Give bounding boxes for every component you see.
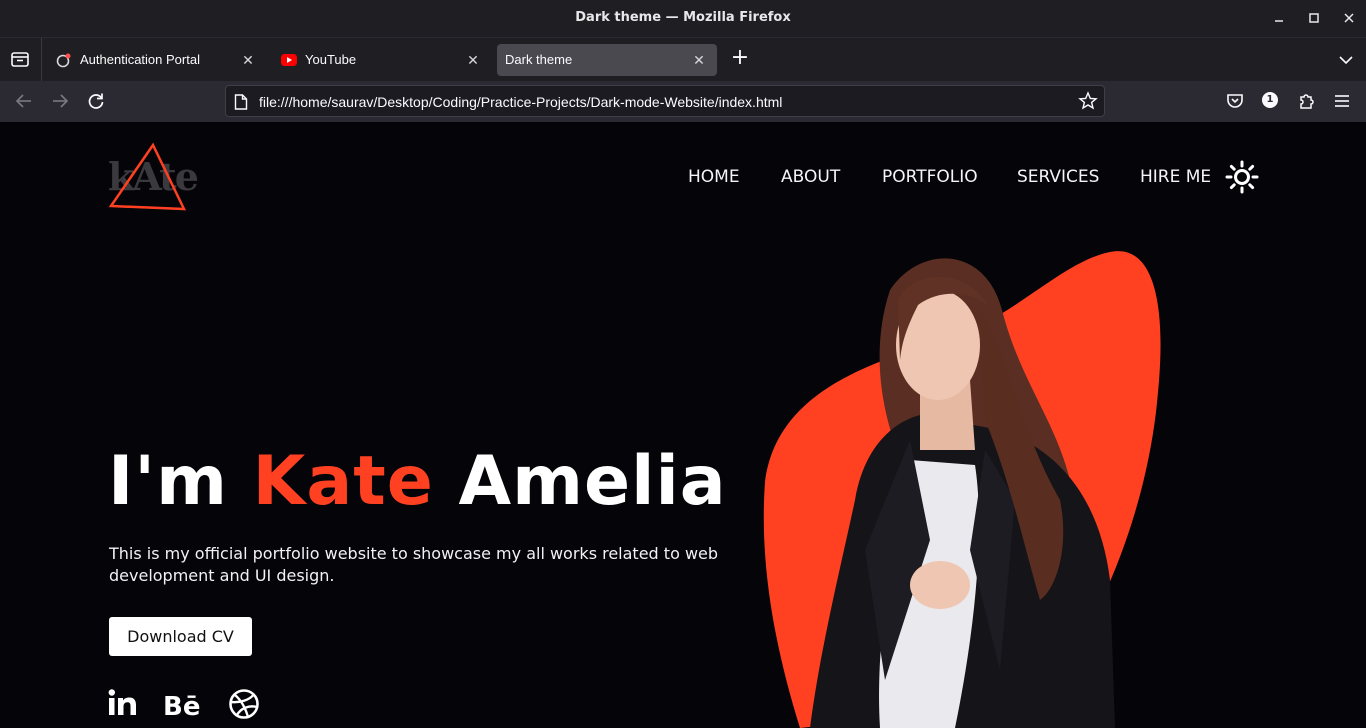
tab-list-icon[interactable] [8, 49, 32, 71]
logo-triangle-icon [108, 142, 187, 211]
close-icon[interactable] [1340, 9, 1358, 27]
minimize-icon[interactable] [1270, 9, 1288, 27]
window-titlebar: Dark theme — Mozilla Firefox [0, 0, 1366, 37]
close-tab-icon[interactable]: ✕ [463, 50, 483, 70]
website-viewport: kAte HOME ABOUT PORTFOLIO SERVICES HIRE … [0, 122, 1366, 728]
hero-heading: I'm Kate Amelia [108, 442, 727, 521]
nav-portfolio[interactable]: PORTFOLIO [882, 167, 978, 187]
nav-hire-me[interactable]: HIRE ME [1140, 167, 1211, 187]
nav-services[interactable]: SERVICES [1017, 167, 1099, 187]
behance-icon[interactable]: Bē [163, 688, 201, 722]
nav-about[interactable]: ABOUT [781, 167, 840, 187]
extension-badge[interactable]: 1 [1262, 92, 1278, 108]
dribbble-icon[interactable] [228, 688, 260, 719]
url-text[interactable]: file:///home/saurav/Desktop/Coding/Pract… [259, 94, 782, 110]
hero-description: This is my official portfolio website to… [109, 544, 719, 585]
youtube-icon [281, 52, 297, 68]
tab-label: Authentication Portal [80, 52, 200, 67]
tab-authentication-portal[interactable]: Authentication Portal ✕ [46, 44, 266, 76]
forward-icon[interactable] [50, 91, 70, 111]
new-tab-button[interactable]: + [729, 47, 751, 71]
tab-youtube[interactable]: YouTube ✕ [271, 44, 491, 76]
tab-separator [41, 38, 42, 81]
linkedin-icon[interactable] [108, 688, 138, 718]
pocket-icon[interactable] [1225, 91, 1245, 111]
close-tab-icon[interactable]: ✕ [689, 50, 709, 70]
chevron-down-icon[interactable] [1336, 50, 1356, 70]
hero-last-name: Amelia [433, 442, 727, 521]
tab-label: Dark theme [505, 52, 573, 67]
page-icon [234, 94, 248, 110]
hero-first-name: Kate [252, 442, 434, 521]
nav-home[interactable]: HOME [688, 167, 740, 187]
navigation-toolbar: file:///home/saurav/Desktop/Coding/Pract… [0, 81, 1366, 122]
site-logo[interactable]: kAte [108, 142, 200, 214]
sun-icon[interactable] [1225, 160, 1259, 194]
tab-strip: Authentication Portal ✕ YouTube ✕ Dark t… [0, 37, 1366, 81]
back-icon[interactable] [14, 91, 34, 111]
window-title: Dark theme — Mozilla Firefox [575, 10, 791, 25]
url-bar[interactable]: file:///home/saurav/Desktop/Coding/Pract… [225, 85, 1105, 117]
close-tab-icon[interactable]: ✕ [238, 50, 258, 70]
bookmark-star-icon[interactable] [1078, 91, 1098, 111]
maximize-icon[interactable] [1305, 9, 1323, 27]
profile-photo [770, 250, 1160, 728]
portal-icon [56, 52, 72, 68]
svg-text:Bē: Bē [163, 692, 200, 718]
download-cv-button[interactable]: Download CV [109, 617, 252, 656]
menu-icon[interactable] [1332, 91, 1352, 111]
reload-icon[interactable] [86, 91, 106, 111]
tab-label: YouTube [305, 52, 357, 67]
extensions-icon[interactable] [1296, 91, 1316, 111]
tab-dark-theme[interactable]: Dark theme ✕ [497, 44, 717, 76]
hero-prefix: I'm [108, 442, 253, 521]
